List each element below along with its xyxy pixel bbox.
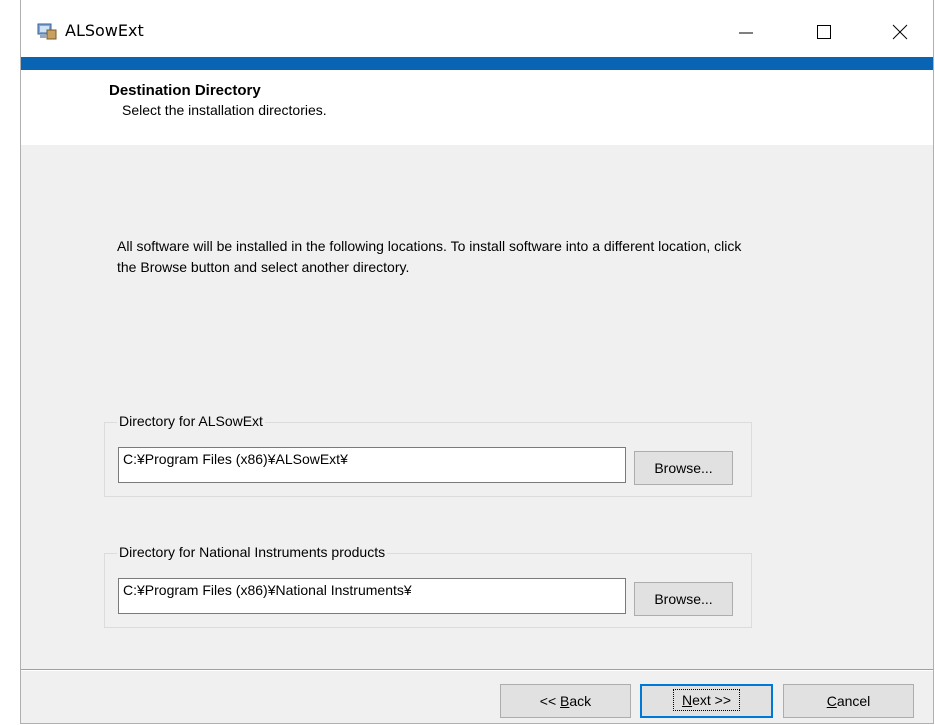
cancel-button-accel: C — [826, 693, 837, 709]
back-button[interactable]: << Back — [500, 684, 631, 718]
description-text: All software will be installed in the fo… — [117, 238, 742, 275]
back-button-prefix: << — [539, 693, 561, 709]
title-bar[interactable]: ALSowExt — [21, 0, 933, 57]
wizard-header: Destination Directory Select the install… — [21, 70, 933, 145]
page-title: Destination Directory — [109, 82, 261, 99]
alsowext-browse-button[interactable]: Browse... — [634, 451, 733, 485]
next-button-label: ext >> — [692, 692, 732, 708]
accent-bar — [21, 57, 933, 70]
installer-app-icon — [37, 22, 57, 40]
minimize-button[interactable] — [723, 12, 769, 52]
cancel-button[interactable]: Cancel — [783, 684, 914, 718]
installer-window: ALSowExt Destination Directory Select th… — [20, 0, 934, 724]
maximize-icon — [817, 25, 831, 39]
cancel-button-label: ancel — [836, 693, 871, 709]
ni-directory-group: Directory for National Instruments produ… — [104, 544, 752, 628]
window-title: ALSowExt — [65, 21, 144, 40]
alsowext-directory-field[interactable]: C:¥Program Files (x86)¥ALSowExt¥ — [118, 447, 626, 483]
maximize-button[interactable] — [801, 12, 847, 52]
minimize-icon — [739, 32, 753, 34]
back-button-label: ack — [569, 693, 592, 709]
ni-directory-field[interactable]: C:¥Program Files (x86)¥National Instrume… — [118, 578, 626, 614]
next-button[interactable]: Next >> — [640, 684, 773, 718]
ni-directory-label: Directory for National Instruments produ… — [117, 544, 388, 560]
back-button-accel: B — [560, 693, 570, 709]
page-subtitle: Select the installation directories. — [122, 102, 327, 118]
ni-browse-button[interactable]: Browse... — [634, 582, 733, 616]
close-icon — [892, 24, 908, 40]
alsowext-directory-label: Directory for ALSowExt — [117, 413, 265, 429]
footer-divider — [21, 669, 933, 671]
close-button[interactable] — [877, 12, 923, 52]
alsowext-directory-group: Directory for ALSowExt C:¥Program Files … — [104, 413, 752, 497]
next-button-focus: Next >> — [672, 689, 741, 711]
next-button-accel: N — [681, 692, 693, 708]
